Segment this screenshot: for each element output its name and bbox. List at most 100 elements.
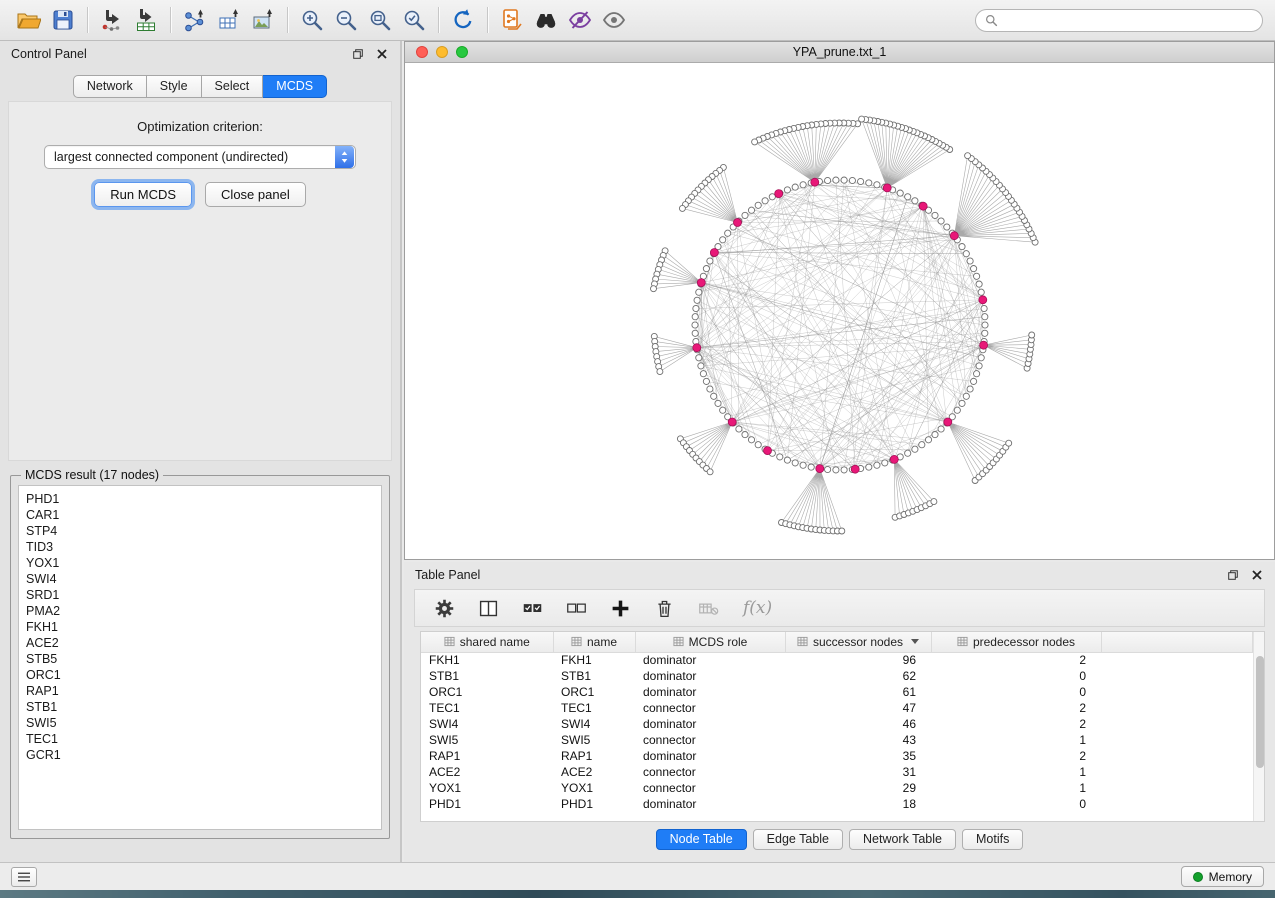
mcds-hub-node[interactable] bbox=[944, 418, 952, 426]
share-document-button[interactable] bbox=[495, 4, 529, 36]
mcds-hub-node[interactable] bbox=[710, 249, 718, 257]
hide-selected-button[interactable] bbox=[563, 4, 597, 36]
leaf-node[interactable] bbox=[931, 499, 937, 505]
mcds-result-item[interactable]: ACE2 bbox=[26, 635, 374, 651]
show-all-button[interactable] bbox=[597, 4, 631, 36]
mcds-result-item[interactable]: PHD1 bbox=[26, 491, 374, 507]
maximize-window-button[interactable] bbox=[456, 46, 468, 58]
open-file-button[interactable] bbox=[12, 4, 46, 36]
mcds-result-item[interactable]: STB5 bbox=[26, 651, 374, 667]
leaf-node[interactable] bbox=[965, 153, 971, 159]
ring-node[interactable] bbox=[800, 182, 806, 188]
ring-node[interactable] bbox=[715, 400, 721, 406]
ring-node[interactable] bbox=[912, 446, 918, 452]
ring-node[interactable] bbox=[841, 177, 847, 183]
select-all-button[interactable] bbox=[519, 595, 545, 621]
mcds-hub-node[interactable] bbox=[980, 341, 988, 349]
ring-node[interactable] bbox=[693, 305, 699, 311]
ring-node[interactable] bbox=[762, 198, 768, 204]
leaf-node[interactable] bbox=[1029, 332, 1035, 338]
ring-node[interactable] bbox=[736, 426, 742, 432]
tab-mcds[interactable]: MCDS bbox=[263, 75, 327, 98]
ring-node[interactable] bbox=[967, 258, 973, 264]
ring-node[interactable] bbox=[858, 178, 864, 184]
ring-node[interactable] bbox=[692, 322, 698, 328]
close-window-button[interactable] bbox=[416, 46, 428, 58]
export-image-button[interactable] bbox=[246, 4, 280, 36]
zoom-out-button[interactable] bbox=[329, 4, 363, 36]
ring-node[interactable] bbox=[976, 281, 982, 287]
mcds-hub-node[interactable] bbox=[734, 219, 742, 227]
mcds-hub-node[interactable] bbox=[775, 190, 783, 198]
mcds-hub-node[interactable] bbox=[811, 178, 819, 186]
mcds-hub-node[interactable] bbox=[728, 418, 736, 426]
mcds-result-item[interactable]: STB1 bbox=[26, 699, 374, 715]
ring-node[interactable] bbox=[882, 460, 888, 466]
zoom-fit-content-button[interactable] bbox=[363, 4, 397, 36]
table-row-ACE2[interactable]: ACE2ACE2connector311 bbox=[421, 764, 1253, 780]
mcds-hub-node[interactable] bbox=[764, 447, 772, 455]
ring-node[interactable] bbox=[692, 330, 698, 336]
ring-node[interactable] bbox=[748, 207, 754, 213]
ring-node[interactable] bbox=[971, 266, 977, 272]
ring-node[interactable] bbox=[742, 212, 748, 218]
mcds-result-item[interactable]: GCR1 bbox=[26, 747, 374, 763]
mcds-result-item[interactable]: SWI5 bbox=[26, 715, 374, 731]
ring-node[interactable] bbox=[954, 407, 960, 413]
ring-node[interactable] bbox=[698, 363, 704, 369]
ring-node[interactable] bbox=[874, 182, 880, 188]
mcds-result-item[interactable]: CAR1 bbox=[26, 507, 374, 523]
memory-button[interactable]: Memory bbox=[1181, 866, 1264, 887]
column-header-shared-name[interactable]: shared name bbox=[421, 632, 553, 652]
minimize-window-button[interactable] bbox=[436, 46, 448, 58]
function-builder-button[interactable]: f(x) bbox=[743, 598, 772, 618]
mcds-result-item[interactable]: STP4 bbox=[26, 523, 374, 539]
ring-node[interactable] bbox=[925, 437, 931, 443]
scrollbar-thumb[interactable] bbox=[1256, 656, 1264, 768]
refresh-view-button[interactable] bbox=[446, 4, 480, 36]
delete-table-button[interactable] bbox=[695, 595, 721, 621]
ring-node[interactable] bbox=[696, 355, 702, 361]
ring-node[interactable] bbox=[866, 180, 872, 186]
column-header-successor-nodes[interactable]: successor nodes bbox=[785, 632, 931, 652]
ring-node[interactable] bbox=[808, 464, 814, 470]
mcds-hub-node[interactable] bbox=[816, 465, 824, 473]
leaf-node[interactable] bbox=[859, 116, 865, 122]
ring-node[interactable] bbox=[703, 378, 709, 384]
tab-style[interactable]: Style bbox=[147, 75, 202, 98]
mcds-result-item[interactable]: PMA2 bbox=[26, 603, 374, 619]
ring-node[interactable] bbox=[725, 230, 731, 236]
tab-motifs[interactable]: Motifs bbox=[962, 829, 1023, 850]
ring-node[interactable] bbox=[932, 212, 938, 218]
close-panel-button[interactable]: Close panel bbox=[205, 182, 306, 207]
ring-node[interactable] bbox=[777, 454, 783, 460]
ring-node[interactable] bbox=[841, 467, 847, 473]
ring-node[interactable] bbox=[711, 393, 717, 399]
mcds-result-item[interactable]: SRD1 bbox=[26, 587, 374, 603]
ring-node[interactable] bbox=[978, 289, 984, 295]
ring-node[interactable] bbox=[978, 355, 984, 361]
column-header-MCDS-role[interactable]: MCDS role bbox=[635, 632, 785, 652]
mcds-result-item[interactable]: TID3 bbox=[26, 539, 374, 555]
mcds-result-item[interactable]: RAP1 bbox=[26, 683, 374, 699]
search-input[interactable] bbox=[1004, 13, 1253, 27]
mcds-hub-node[interactable] bbox=[979, 296, 987, 304]
close-table-panel-button[interactable] bbox=[1249, 567, 1264, 582]
ring-node[interactable] bbox=[905, 450, 911, 456]
tab-node-table[interactable]: Node Table bbox=[656, 829, 747, 850]
ring-node[interactable] bbox=[971, 378, 977, 384]
ring-node[interactable] bbox=[696, 289, 702, 295]
ring-node[interactable] bbox=[825, 177, 831, 183]
ring-node[interactable] bbox=[784, 187, 790, 193]
mcds-result-item[interactable]: ORC1 bbox=[26, 667, 374, 683]
mcds-hub-node[interactable] bbox=[950, 232, 958, 240]
ring-node[interactable] bbox=[755, 202, 761, 208]
first-neighbors-button[interactable] bbox=[529, 4, 563, 36]
table-row-ORC1[interactable]: ORC1ORC1dominator610 bbox=[421, 684, 1253, 700]
table-row-TEC1[interactable]: TEC1TEC1connector472 bbox=[421, 700, 1253, 716]
leaf-node[interactable] bbox=[651, 286, 657, 292]
mcds-hub-node[interactable] bbox=[919, 202, 927, 210]
float-panel-button[interactable] bbox=[350, 46, 365, 61]
leaf-node[interactable] bbox=[839, 528, 845, 534]
ring-node[interactable] bbox=[792, 184, 798, 190]
